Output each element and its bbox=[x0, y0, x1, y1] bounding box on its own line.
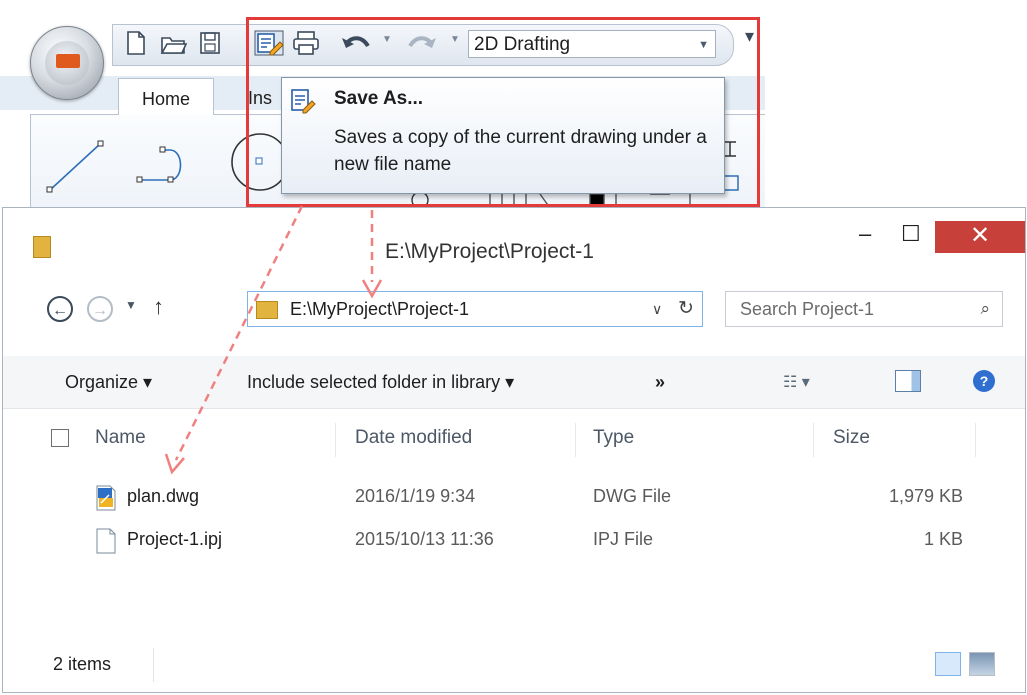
open-folder-icon[interactable] bbox=[160, 30, 188, 56]
back-button[interactable]: ← bbox=[47, 296, 73, 322]
file-size: 1,979 KB bbox=[888, 486, 963, 506]
column-size[interactable]: Size bbox=[833, 427, 870, 449]
close-button[interactable]: ✕ bbox=[935, 221, 1025, 253]
folder-icon bbox=[33, 236, 51, 258]
highlight-box bbox=[246, 17, 760, 207]
organize-menu[interactable]: Organize ▾ bbox=[65, 372, 152, 393]
file-name: plan.dwg bbox=[127, 486, 200, 506]
address-row: ← → ▼ ↑ E:\MyProject\Project-1 ∨ ↻ Searc… bbox=[3, 286, 1025, 336]
column-divider[interactable] bbox=[975, 423, 976, 457]
column-type[interactable]: Type bbox=[593, 427, 634, 449]
minimize-button[interactable]: – bbox=[859, 221, 871, 247]
address-bar[interactable]: E:\MyProject\Project-1 ∨ ↻ bbox=[247, 291, 703, 327]
address-path: E:\MyProject\Project-1 bbox=[290, 299, 470, 319]
file-row[interactable]: plan.dwg 2016/1/19 9:34 DWG File 1,979 K… bbox=[3, 481, 1025, 513]
file-row[interactable]: Project-1.ipj 2015/10/13 11:36 IPJ File … bbox=[3, 524, 1025, 556]
search-icon[interactable]: ⌕ bbox=[980, 299, 990, 319]
column-name[interactable]: Name bbox=[95, 427, 146, 449]
column-header: Name Date modified Type Size bbox=[3, 423, 1025, 459]
search-placeholder: Search Project-1 bbox=[740, 299, 875, 319]
generic-file-icon bbox=[96, 528, 116, 554]
help-icon[interactable]: ? bbox=[973, 370, 995, 392]
search-input[interactable]: Search Project-1 ⌕ bbox=[725, 291, 1003, 327]
column-date-modified[interactable]: Date modified bbox=[355, 427, 472, 449]
column-divider[interactable] bbox=[813, 423, 814, 457]
status-divider bbox=[153, 648, 154, 682]
change-view-icon[interactable]: ☷ ▾ bbox=[783, 372, 810, 392]
details-view-button[interactable] bbox=[935, 652, 961, 676]
large-icons-view-button[interactable] bbox=[969, 652, 995, 676]
forward-button[interactable]: → bbox=[87, 296, 113, 322]
new-file-icon[interactable] bbox=[124, 30, 148, 56]
maximize-button[interactable]: ☐ bbox=[901, 221, 921, 247]
polyline-tool-icon[interactable] bbox=[132, 140, 212, 190]
file-name: Project-1.ipj bbox=[127, 529, 223, 549]
window-title: E:\MyProject\Project-1 bbox=[385, 240, 594, 263]
cad-application: ▼ ▼ 2D Drafting ▼ ▾ Home Ins Save As... … bbox=[0, 0, 765, 210]
preview-pane-icon[interactable] bbox=[895, 370, 921, 392]
title-bar: E:\MyProject\Project-1 – ☐ ✕ bbox=[3, 208, 1025, 266]
column-divider[interactable] bbox=[575, 423, 576, 457]
file-size: 1 KB bbox=[923, 529, 963, 549]
file-date: 2016/1/19 9:34 bbox=[355, 486, 476, 506]
more-commands-button[interactable]: » bbox=[655, 372, 665, 393]
item-count: 2 items bbox=[53, 654, 112, 674]
file-type: IPJ File bbox=[593, 529, 654, 549]
include-in-library-menu[interactable]: Include selected folder in library ▾ bbox=[247, 372, 514, 393]
folder-icon bbox=[256, 301, 278, 319]
select-all-checkbox[interactable] bbox=[51, 429, 69, 447]
app-logo-mark bbox=[56, 54, 80, 68]
command-bar: Organize ▾ Include selected folder in li… bbox=[3, 356, 1025, 409]
line-tool-icon[interactable] bbox=[44, 136, 114, 196]
refresh-icon[interactable]: ↻ bbox=[678, 297, 694, 320]
application-menu-button[interactable] bbox=[30, 26, 104, 100]
file-type: DWG File bbox=[593, 486, 671, 506]
dwg-file-icon bbox=[96, 485, 116, 511]
chevron-down-icon[interactable]: ∨ bbox=[652, 301, 662, 318]
up-button[interactable]: ↑ bbox=[153, 294, 164, 320]
save-icon[interactable] bbox=[198, 30, 222, 56]
recent-locations-icon[interactable]: ▼ bbox=[125, 298, 137, 312]
file-date: 2015/10/13 11:36 bbox=[355, 529, 494, 549]
column-divider[interactable] bbox=[335, 423, 336, 457]
status-bar: 2 items bbox=[3, 638, 1025, 692]
tab-home[interactable]: Home bbox=[118, 78, 214, 115]
file-explorer-window: E:\MyProject\Project-1 – ☐ ✕ ← → ▼ ↑ E:\… bbox=[2, 207, 1026, 693]
